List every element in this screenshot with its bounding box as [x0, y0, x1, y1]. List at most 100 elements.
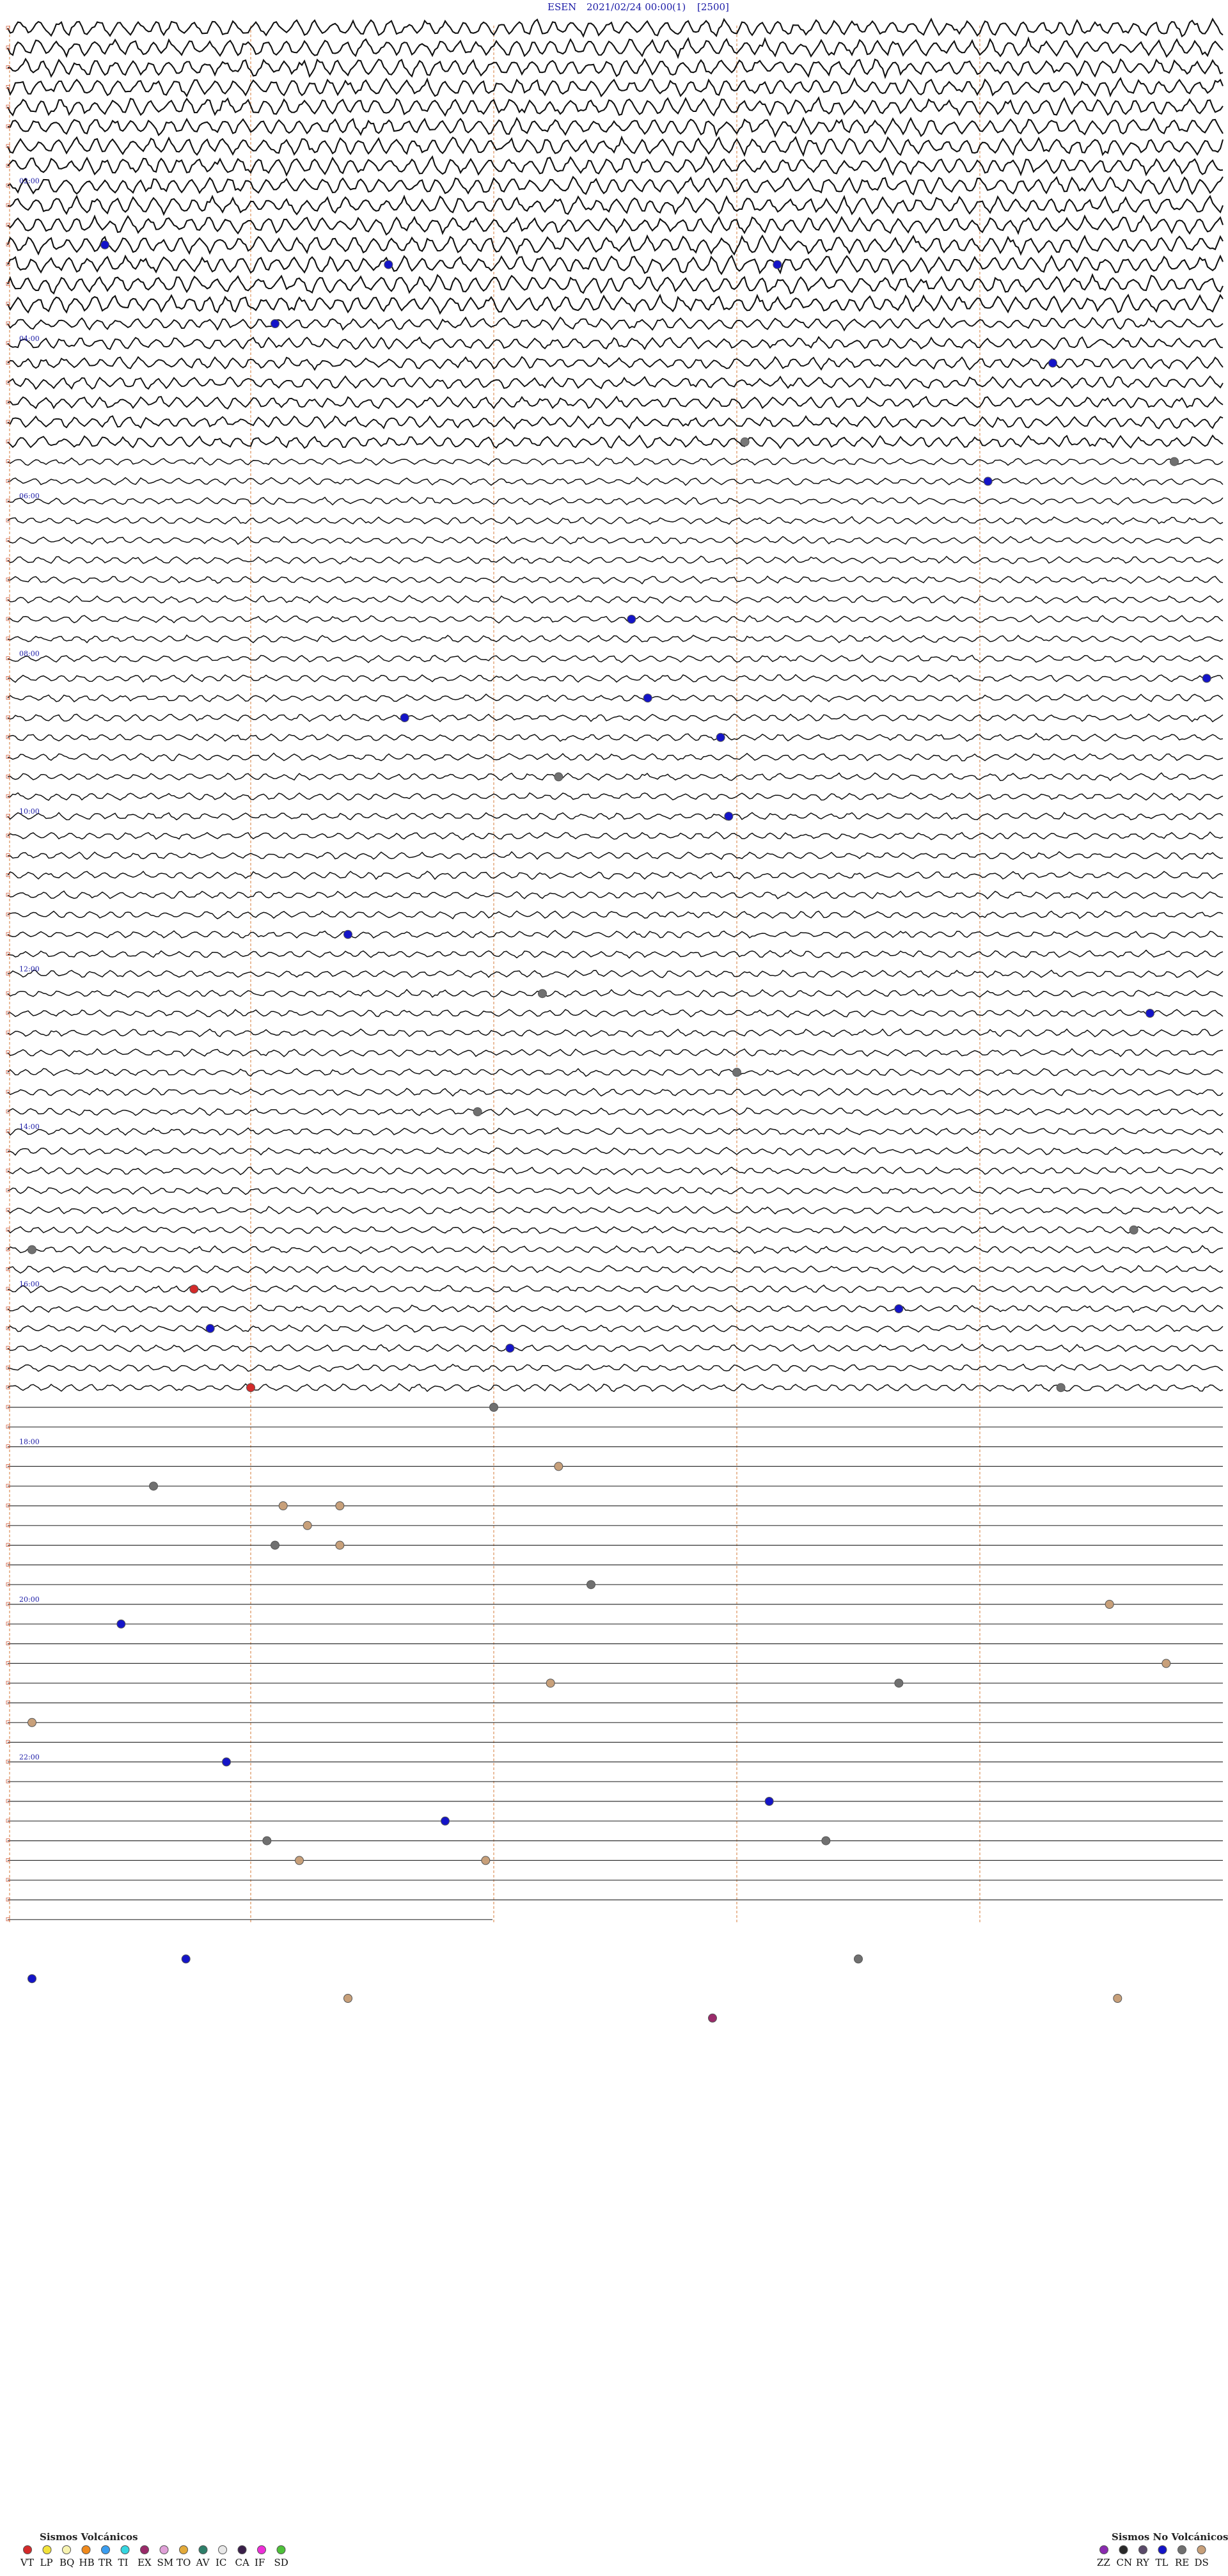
trace-row-62	[7, 1245, 1224, 1254]
time-grid	[9, 26, 980, 1923]
legend-code-sd: SD	[274, 2557, 288, 2568]
event-marker-re	[554, 772, 563, 782]
event-marker-tl	[1145, 1009, 1154, 1018]
event-marker-tl	[505, 1343, 515, 1353]
hour-labels: 02:00 04:00 06:00 08:00 10:00 12:00 14:00 16:00…	[6, 26, 40, 1922]
event-marker-tl	[773, 260, 782, 269]
event-marker-tl	[343, 929, 352, 939]
event-marker-re	[854, 1954, 863, 1964]
trace-row-48	[7, 969, 1224, 979]
legend-code-cn: CN	[1117, 2557, 1133, 2568]
hour-label: 22:00	[19, 1753, 40, 1761]
event-marker-re	[271, 1540, 279, 1550]
header-channel: (1)	[672, 1, 686, 13]
legend-swatch-ca	[237, 2545, 247, 2554]
event-marker-ds	[28, 1718, 36, 1727]
trace-row-51	[7, 1028, 1224, 1038]
legend-swatch-tl	[1158, 2545, 1167, 2554]
trace-row-5	[7, 116, 1224, 138]
event-marker-re	[262, 1836, 272, 1845]
hour-label: 02:00	[19, 177, 40, 185]
legend-code-av: AV	[196, 2557, 210, 2568]
legend-swatch-ex	[140, 2545, 149, 2554]
trace-row-34	[7, 693, 1224, 703]
event-marker-ds	[335, 1540, 345, 1550]
legend-code-ic: IC	[216, 2557, 226, 2568]
legend-swatch-tr	[101, 2545, 110, 2554]
event-marker-re	[538, 989, 547, 999]
trace-row-15	[7, 316, 1224, 332]
event-marker-ds	[278, 1501, 288, 1510]
header-scale: [2500]	[697, 1, 729, 13]
trace-row-20	[7, 415, 1224, 430]
trace-row-42	[7, 851, 1224, 860]
event-marker-tl	[384, 260, 393, 269]
trace-row-2	[7, 58, 1224, 79]
hour-label: 14:00	[19, 1123, 40, 1131]
trace-row-49	[7, 988, 1224, 998]
trace-row-25	[7, 516, 1224, 525]
event-marker-be	[740, 437, 750, 446]
event-marker-tl	[1048, 358, 1057, 368]
event-marker-re	[1129, 1225, 1138, 1235]
legend-non-volcanic: Sismos No Volcánicos ZZ CN RY TL RE DS	[1097, 2531, 1228, 2568]
trace-row-46	[7, 929, 1224, 939]
trace-row-41	[7, 831, 1224, 841]
trace-row-1	[7, 36, 1224, 59]
trace-row-44	[7, 890, 1224, 899]
trace-row-31	[7, 634, 1224, 644]
legend-swatch-ds	[1197, 2545, 1206, 2554]
hour-label: 10:00	[19, 807, 40, 816]
trace-row-11	[7, 234, 1224, 257]
legend-code-lp: LP	[40, 2557, 53, 2568]
legend-code-ds: DS	[1195, 2557, 1209, 2568]
event-marker-tl	[181, 1954, 191, 1964]
legend-code-ti: TI	[118, 2557, 129, 2568]
legend-code-bq: BQ	[59, 2557, 74, 2568]
legend-swatch-if	[257, 2545, 266, 2554]
legend-code-re: RE	[1175, 2557, 1189, 2568]
trace-row-14	[7, 294, 1224, 315]
header-station: ESEN	[547, 1, 576, 13]
trace-row-23	[7, 477, 1224, 486]
event-marker-re	[489, 1403, 498, 1412]
event-marker-tl	[894, 1304, 904, 1313]
event-marker-tl	[716, 732, 725, 742]
event-marker-re	[732, 1068, 741, 1077]
trace-row-35	[7, 713, 1224, 723]
trace-row-69	[7, 1383, 1224, 1393]
event-marker-ds	[295, 1856, 304, 1865]
trace-row-18	[7, 375, 1224, 390]
legend-swatch-sm	[159, 2545, 169, 2554]
trace-row-53	[7, 1068, 1224, 1077]
header-datetime: 2021/02/24 00:00	[586, 1, 672, 13]
hour-label: 16:00	[19, 1280, 40, 1288]
legend-swatch-ic	[218, 2545, 227, 2554]
event-marker-ds	[546, 1679, 555, 1688]
event-marker-ds	[1161, 1659, 1171, 1668]
trace-row-10	[7, 214, 1224, 236]
event-marker-re	[1056, 1383, 1066, 1393]
legend-code-vt: VT	[20, 2557, 34, 2568]
legend-swatch-vt	[23, 2545, 32, 2554]
trace-row-7	[7, 155, 1224, 177]
legend-swatch-to	[179, 2545, 188, 2554]
legend-code-ex: EX	[138, 2557, 152, 2568]
trace-row-28	[7, 575, 1224, 585]
legend-swatch-bq	[62, 2545, 71, 2554]
trace-row-50	[7, 1009, 1224, 1018]
hour-label: 20:00	[19, 1595, 40, 1604]
event-marker-tl	[222, 1757, 231, 1767]
trace-row-12	[7, 254, 1224, 276]
legend-swatch-re	[1177, 2545, 1186, 2554]
legend-code-tl: TL	[1156, 2557, 1169, 2568]
legend-code-sm: SM	[157, 2557, 174, 2568]
helicorder-chart: ESEN 2021/02/24 00:00 (1) [2500] 02:00 04…	[6, 1, 1228, 2568]
event-marker-tl	[400, 713, 409, 722]
event-marker-re	[149, 1482, 158, 1491]
trace-row-22	[7, 457, 1224, 466]
trace-row-4	[7, 96, 1224, 117]
trace-row-61	[7, 1226, 1224, 1235]
hour-label: 06:00	[19, 492, 40, 500]
seismic-traces	[7, 17, 1224, 1920]
